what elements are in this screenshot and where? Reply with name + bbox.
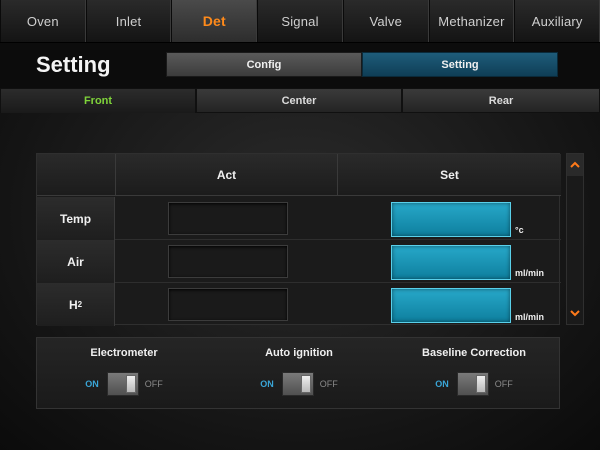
electrometer-switch[interactable] xyxy=(106,372,139,396)
air-actual-value xyxy=(168,245,288,278)
table-scrollbar[interactable] xyxy=(566,153,584,325)
auto-ignition-toggle-group: Auto ignition ON OFF xyxy=(212,338,386,410)
tab-front[interactable]: Front xyxy=(0,88,196,113)
tab-signal[interactable]: Signal xyxy=(257,0,343,42)
h2-setpoint-field[interactable] xyxy=(391,288,511,323)
tab-auxiliary[interactable]: Auxiliary xyxy=(514,0,600,42)
main-panel: Act Set Temp °c Air ml/min H2 ml/min Ele… xyxy=(0,113,600,450)
electrometer-on-label: ON xyxy=(85,379,99,389)
temp-setpoint-field[interactable] xyxy=(391,202,511,237)
h2-unit: ml/min xyxy=(515,312,545,322)
h2-actual-value xyxy=(168,288,288,321)
column-header-set: Set xyxy=(337,154,561,196)
top-tab-bar: Oven Inlet Det Signal Valve Methanizer A… xyxy=(0,0,600,43)
parameter-table: Act Set Temp °c Air ml/min H2 ml/min xyxy=(36,153,561,326)
air-unit: ml/min xyxy=(515,268,545,278)
tab-det[interactable]: Det xyxy=(171,0,258,42)
table-row-temp: Temp °c xyxy=(37,197,561,240)
page-header: Setting Config Setting xyxy=(0,43,600,88)
table-row-air: Air ml/min xyxy=(37,240,561,283)
baseline-correction-switch[interactable] xyxy=(456,372,489,396)
row-label-h2-subscript: 2 xyxy=(77,300,83,309)
temp-actual-value xyxy=(168,202,288,235)
tab-center[interactable]: Center xyxy=(196,88,402,113)
auto-ignition-on-label: ON xyxy=(260,379,274,389)
setting-segment-button[interactable]: Setting xyxy=(362,52,558,77)
tab-methanizer[interactable]: Methanizer xyxy=(428,0,515,42)
air-setpoint-field[interactable] xyxy=(391,245,511,280)
baseline-correction-off-label: OFF xyxy=(494,379,513,389)
baseline-correction-toggle-row: ON OFF xyxy=(387,372,561,396)
column-header-act: Act xyxy=(115,154,337,196)
switch-knob[interactable] xyxy=(300,375,311,393)
chevron-down-icon[interactable] xyxy=(567,302,583,324)
temp-unit: °c xyxy=(515,225,524,235)
tab-rear[interactable]: Rear xyxy=(402,88,600,113)
chevron-up-icon[interactable] xyxy=(567,154,583,176)
auto-ignition-switch[interactable] xyxy=(281,372,314,396)
baseline-correction-on-label: ON xyxy=(435,379,449,389)
auto-ignition-label: Auto ignition xyxy=(265,347,333,359)
switch-knob[interactable] xyxy=(125,375,136,393)
detector-position-tabs: Front Center Rear xyxy=(0,88,600,113)
baseline-correction-toggle-group: Baseline Correction ON OFF xyxy=(387,338,561,410)
row-label-temp: Temp xyxy=(37,197,115,240)
auto-ignition-off-label: OFF xyxy=(319,379,338,389)
tab-inlet[interactable]: Inlet xyxy=(85,0,172,42)
electrometer-label: Electrometer xyxy=(90,347,158,359)
config-segment-button[interactable]: Config xyxy=(166,52,362,77)
switch-knob[interactable] xyxy=(475,375,486,393)
table-row-h2: H2 ml/min xyxy=(37,283,561,326)
row-label-h2-base: H xyxy=(68,297,78,312)
row-label-air: Air xyxy=(37,240,115,283)
electrometer-off-label: OFF xyxy=(144,379,163,389)
tab-oven[interactable]: Oven xyxy=(0,0,86,42)
row-label-h2: H2 xyxy=(37,283,115,326)
auto-ignition-toggle-row: ON OFF xyxy=(212,372,386,396)
table-header: Act Set xyxy=(37,154,561,196)
baseline-correction-label: Baseline Correction xyxy=(422,347,526,359)
tab-valve[interactable]: Valve xyxy=(342,0,429,42)
page-title: Setting xyxy=(36,52,111,77)
detector-toggles-panel: Electrometer ON OFF Auto ignition ON OFF… xyxy=(36,337,560,409)
electrometer-toggle-group: Electrometer ON OFF xyxy=(37,338,211,410)
electrometer-toggle-row: ON OFF xyxy=(37,372,211,396)
